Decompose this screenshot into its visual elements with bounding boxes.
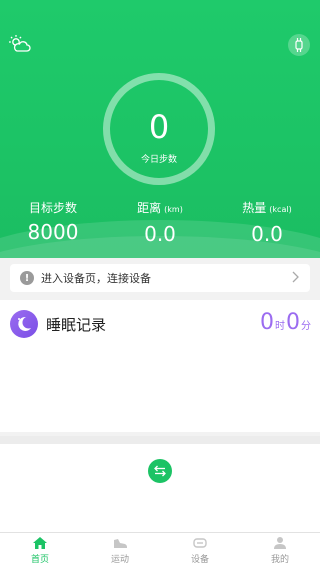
sleep-title: 睡眠记录: [46, 316, 107, 334]
stat-distance: 距离 (km) 0.0: [107, 200, 213, 248]
stat-calories: 热量 (kcal) 0.0: [214, 200, 320, 248]
sleep-hours-unit: 时: [275, 321, 285, 332]
stat-value: 8000: [27, 220, 79, 244]
connect-device-text: 进入设备页，连接设备: [41, 272, 151, 285]
tab-label: 设备: [190, 555, 209, 565]
chevron-right-icon: [292, 271, 299, 283]
connect-device-banner[interactable]: ! 进入设备页，连接设备: [10, 264, 310, 292]
tab-sport[interactable]: 运动: [80, 533, 160, 568]
stat-label: 目标步数: [28, 201, 77, 215]
alert-icon: !: [20, 271, 34, 285]
moon-icon: [10, 310, 38, 338]
sleep-hours: 0: [260, 310, 274, 335]
stat-label: 距离: [137, 201, 162, 215]
hero-panel: 0 今日步数 目标步数 8000 距离 (km) 0.0 热量 (kcal) 0.0: [0, 0, 320, 258]
stat-value: 0.0: [144, 222, 176, 246]
weather-icon[interactable]: [8, 34, 32, 56]
tab-label: 运动: [110, 555, 129, 565]
tab-label: 首页: [30, 555, 49, 565]
stat-unit: (kcal): [269, 205, 292, 214]
stat-label: 热量: [242, 201, 267, 215]
stat-value: 0.0: [251, 222, 283, 246]
smartwatch-icon[interactable]: [288, 34, 310, 56]
steps-label: 今日步数: [140, 155, 177, 165]
tab-label: 我的: [270, 555, 289, 565]
stat-unit: (km): [164, 205, 183, 214]
steps-value: 0: [148, 108, 170, 146]
bottom-tab-bar: 首页 运动 设备 我的: [0, 532, 320, 568]
home-icon: [33, 537, 47, 549]
shoe-icon: [114, 539, 127, 548]
stat-target-steps: 目标步数 8000: [0, 200, 106, 246]
switch-arrows-icon[interactable]: [148, 459, 172, 483]
content-area: [0, 444, 320, 532]
person-icon: [274, 537, 286, 549]
sleep-minutes: 0: [286, 310, 300, 335]
tab-home[interactable]: 首页: [0, 533, 80, 568]
sleep-duration: 0 时 0 分: [260, 310, 312, 335]
sleep-record-card[interactable]: 睡眠记录 0 时 0 分: [0, 300, 320, 432]
tab-mine[interactable]: 我的: [240, 533, 320, 568]
device-icon: [193, 538, 207, 548]
section-divider: [0, 436, 320, 444]
tab-device[interactable]: 设备: [160, 533, 240, 568]
sleep-minutes-unit: 分: [301, 321, 311, 332]
